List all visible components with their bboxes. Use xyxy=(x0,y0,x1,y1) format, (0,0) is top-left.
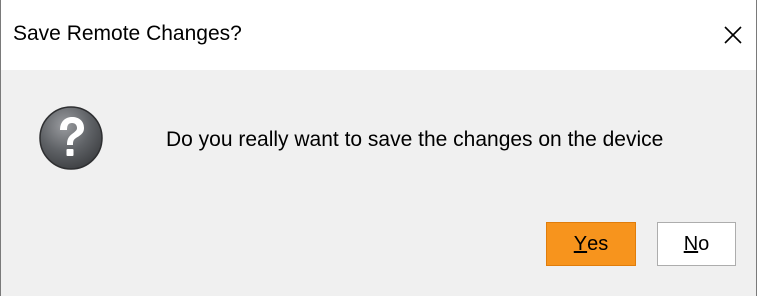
close-icon xyxy=(723,25,743,45)
yes-mnemonic: Y xyxy=(573,232,588,255)
dialog-title: Save Remote Changes? xyxy=(13,22,242,45)
yes-label: es xyxy=(587,232,609,255)
title-bar[interactable]: Save Remote Changes? xyxy=(1,0,756,70)
close-button[interactable] xyxy=(710,0,756,70)
no-label: o xyxy=(698,232,710,255)
dialog-body: Do you really want to save the changes o… xyxy=(1,70,756,296)
save-remote-changes-dialog: Save Remote Changes? Do you really want … xyxy=(0,0,757,296)
no-mnemonic: N xyxy=(683,232,699,255)
yes-button[interactable]: Yes xyxy=(546,222,636,266)
question-icon xyxy=(38,105,104,171)
no-button[interactable]: No xyxy=(657,222,736,266)
dialog-message: Do you really want to save the changes o… xyxy=(166,128,664,151)
